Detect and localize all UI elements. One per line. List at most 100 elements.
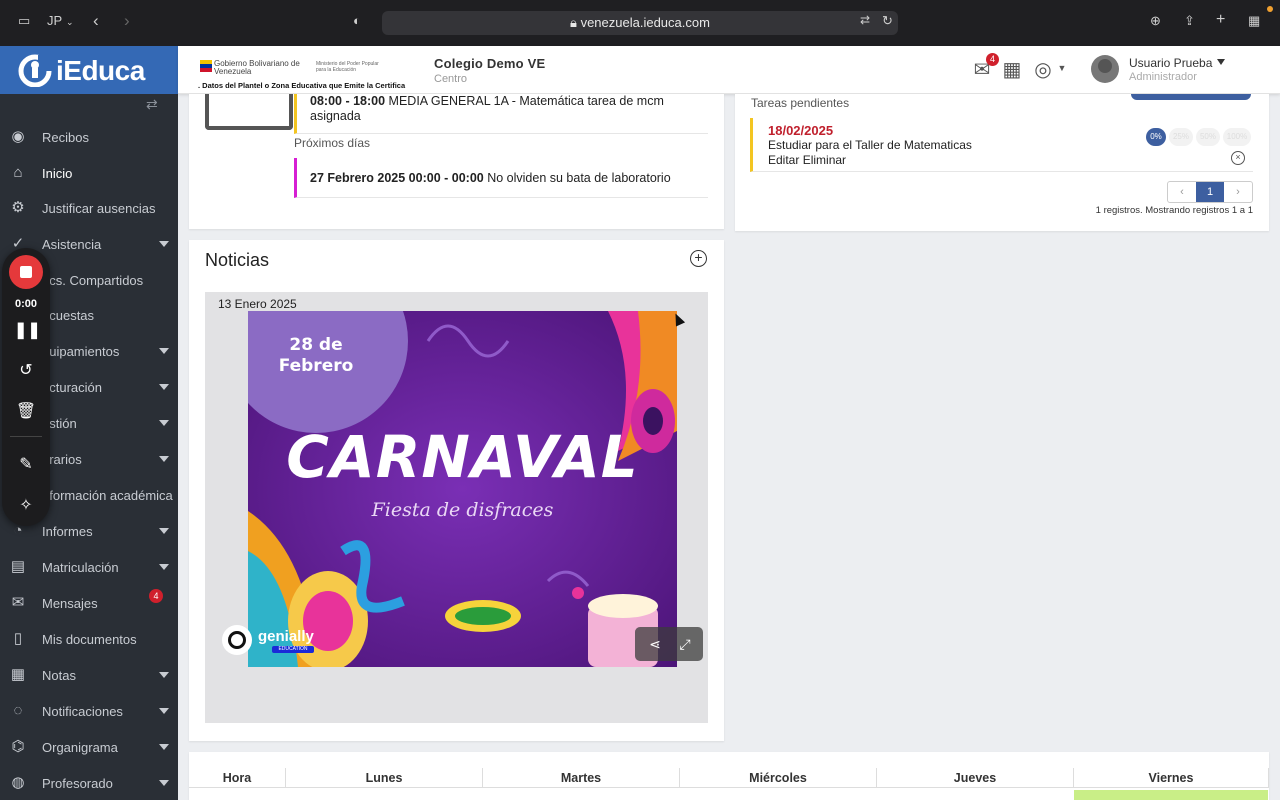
genially-icon xyxy=(222,625,252,655)
progress-50-button[interactable]: 50% xyxy=(1196,128,1220,146)
poster-controls: ⋖ ⤢ xyxy=(635,627,703,661)
genially-brand: genially xyxy=(258,628,314,645)
genially-edu-tag: EDUCATION xyxy=(272,646,314,653)
pause-icon[interactable]: ❚❚ xyxy=(14,319,41,343)
sidebar-item[interactable]: ◉ Recibos xyxy=(0,120,178,154)
add-task-button[interactable] xyxy=(1131,94,1251,100)
screen-recorder-panel: 0:00 ❚❚ ↺ 🗑︎ ✎ ✧ xyxy=(2,248,50,526)
sidebar-item[interactable]: ⌂ Inicio xyxy=(0,156,178,190)
new-tab-icon[interactable]: + xyxy=(1216,11,1225,29)
address-bar[interactable]: 🔒︎ venezuela.ieduca.com xyxy=(382,11,898,35)
sidebar-item-label: Informes xyxy=(42,524,93,539)
sidebar-item-label: ocs. Compartidos xyxy=(42,273,144,288)
user-menu-caret-icon[interactable] xyxy=(1217,59,1225,65)
recording-indicator xyxy=(1267,6,1273,12)
caret-down-icon[interactable] xyxy=(159,528,169,534)
recording-timer: 0:00 xyxy=(14,298,38,310)
sidebar-item[interactable]: ◌ Notificaciones xyxy=(0,694,178,728)
home-icon: ⌂ xyxy=(13,164,23,181)
sidebar-item-label: Mis documentos xyxy=(42,632,137,647)
caret-down-icon[interactable] xyxy=(159,744,169,750)
sidebar-item[interactable]: ◍ Profesorado xyxy=(0,766,178,800)
delete-link[interactable]: Eliminar xyxy=(803,153,846,167)
sidebar-item-label: Notas xyxy=(42,668,76,683)
caret-down-icon[interactable]: ▼ xyxy=(1050,56,1074,80)
event-upcoming[interactable]: 27 Febrero 2025 00:00 - 00:00 No olviden… xyxy=(294,158,708,198)
document-icon: ▯ xyxy=(13,630,23,647)
caret-down-icon[interactable] xyxy=(159,564,169,570)
poster-title: CARNAVAL xyxy=(286,423,639,491)
caret-down-icon[interactable] xyxy=(159,780,169,786)
grid-icon: ▦ xyxy=(10,666,26,683)
sidebar-item[interactable]: ✉ Mensajes 4 xyxy=(0,586,178,620)
avatar[interactable] xyxy=(1091,55,1119,83)
edit-link[interactable]: Editar xyxy=(768,153,799,167)
schedule-column-header: Hora xyxy=(189,768,286,788)
event-today[interactable]: 08:00 - 18:00 MEDIA GENERAL 1A - Matemát… xyxy=(294,94,708,134)
sidebar-item[interactable]: ▯ Mis documentos xyxy=(0,622,178,656)
news-title: Noticias xyxy=(205,250,270,270)
chevron-left-icon[interactable]: ‹ xyxy=(1168,182,1196,202)
sidebar-item-label: Organigrama xyxy=(42,740,118,755)
download-icon[interactable]: ⊕ xyxy=(1150,13,1161,29)
schedule-column-header: Martes xyxy=(483,768,680,788)
sidebar-item-label: Recibos xyxy=(42,130,89,145)
add-news-icon[interactable]: + xyxy=(690,250,707,267)
shield-icon[interactable]: ◐ xyxy=(353,13,361,28)
caret-down-icon[interactable] xyxy=(159,241,169,247)
agenda-card: 08:00 - 18:00 MEDIA GENERAL 1A - Matemát… xyxy=(189,94,724,229)
reload-icon[interactable]: ↻ xyxy=(882,13,893,29)
sidebar-item-label: Justificar ausencias xyxy=(42,201,156,216)
coins-icon: ◉ xyxy=(11,128,25,145)
progress-100-button[interactable]: 100% xyxy=(1223,128,1251,146)
caret-down-icon[interactable] xyxy=(159,384,169,390)
url-text: venezuela.ieduca.com xyxy=(580,15,710,30)
trash-icon[interactable]: 🗑︎ xyxy=(14,400,38,424)
lock-icon: 🔒︎ xyxy=(570,15,581,30)
fullscreen-icon[interactable]: ⤢ xyxy=(675,634,695,654)
poster-subtitle: Fiesta de disfraces xyxy=(371,499,554,521)
user-name[interactable]: Usuario Prueba xyxy=(1129,56,1212,70)
translate-icon[interactable]: ⇄ xyxy=(860,13,870,27)
mail-count-badge: 4 xyxy=(986,53,999,66)
sidebar-item[interactable]: ▤ Matriculación xyxy=(0,550,178,584)
sidebar-item[interactable]: ⌬ Organigrama xyxy=(0,730,178,764)
chevron-right-icon[interactable]: › xyxy=(1224,182,1252,202)
caret-down-icon[interactable] xyxy=(159,348,169,354)
caret-down-icon[interactable] xyxy=(159,672,169,678)
carnival-poster[interactable]: 28 de Febrero CARNAVAL Fiesta de disfrac… xyxy=(248,311,677,667)
calendar-icon[interactable]: ▦ xyxy=(1000,58,1024,82)
stop-recording-button[interactable] xyxy=(9,255,43,289)
forward-icon[interactable]: › xyxy=(124,11,130,31)
pencil-icon[interactable]: ✎ xyxy=(14,453,38,477)
task-item: 18/02/2025 Estudiar para el Taller de Ma… xyxy=(750,118,1253,172)
sidebar-toggle-icon[interactable]: ▭ xyxy=(18,13,30,29)
progress-25-button[interactable]: 25% xyxy=(1169,128,1193,146)
brand-logo[interactable]: iEduca xyxy=(0,46,178,94)
page-number[interactable]: 1 xyxy=(1196,182,1224,202)
caret-down-icon[interactable] xyxy=(159,456,169,462)
tab-overview-icon[interactable]: ▦ xyxy=(1248,13,1260,29)
caret-down-icon[interactable] xyxy=(159,420,169,426)
restart-icon[interactable]: ↺ xyxy=(14,359,38,383)
sidebar-item[interactable]: ⚙ Justificar ausencias xyxy=(0,191,178,225)
sidebar-item[interactable]: ▦ Notas xyxy=(0,658,178,692)
profile-button[interactable]: JP xyxy=(47,13,62,28)
share-icon[interactable]: ⋖ xyxy=(645,634,665,654)
user-icon: ◍ xyxy=(11,774,25,791)
magic-wand-icon[interactable]: ✧ xyxy=(14,494,38,518)
progress-0-button[interactable]: 0% xyxy=(1146,128,1166,146)
chevron-down-icon[interactable]: ⌄ xyxy=(66,17,74,28)
school-center: Centro xyxy=(434,73,468,85)
top-header: Gobierno Bolivariano de Venezuela Minist… xyxy=(178,46,1280,94)
sidebar-item-label: nformación académica xyxy=(42,488,173,503)
news-date: 13 Enero 2025 xyxy=(218,297,297,311)
collapse-sidebar-icon[interactable]: ⇄ xyxy=(146,96,158,113)
government-logo: Gobierno Bolivariano de Venezuela Minist… xyxy=(196,54,428,91)
close-icon[interactable]: × xyxy=(1231,151,1245,165)
school-name: Colegio Demo VE xyxy=(434,56,546,71)
caret-down-icon[interactable] xyxy=(159,708,169,714)
news-card: Noticias + 13 Enero 2025 28 de Febrero C… xyxy=(189,240,724,741)
share-icon[interactable]: ⇪ xyxy=(1184,13,1195,29)
back-icon[interactable]: ‹ xyxy=(93,11,99,31)
